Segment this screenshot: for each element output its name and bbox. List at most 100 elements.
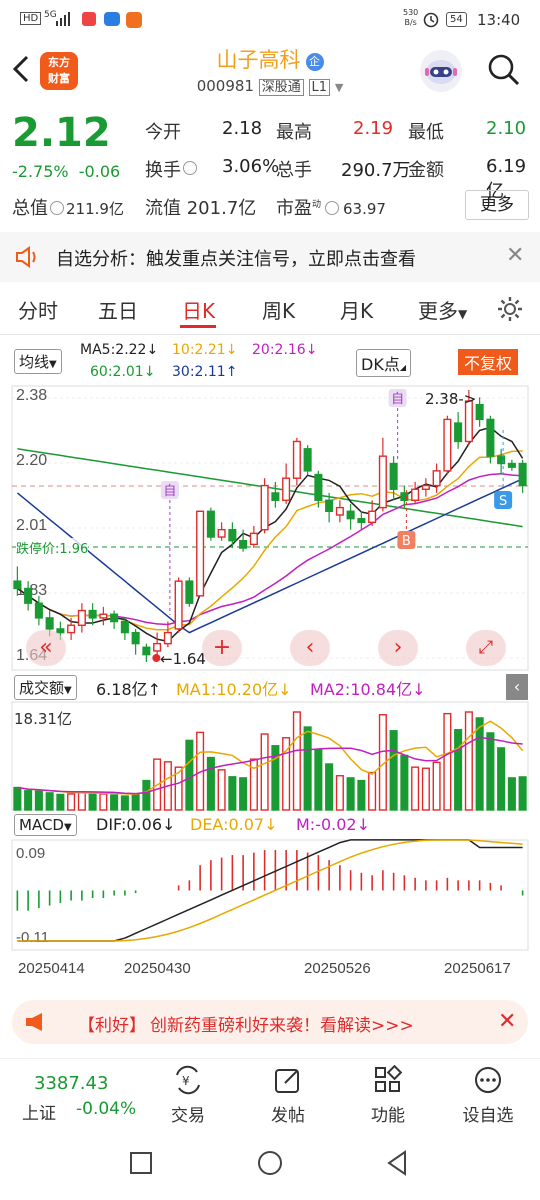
ma20-line xyxy=(16,473,523,626)
clock: 13:40 xyxy=(477,11,521,29)
candle-body xyxy=(368,510,377,524)
tab-daily-k[interactable]: 日K xyxy=(182,295,215,324)
volume-ma1: MA1:10.20亿↓ xyxy=(176,680,292,699)
volume-ma2: MA2:10.84亿↓ xyxy=(310,680,426,699)
volume-bar xyxy=(346,777,355,811)
ma-select[interactable]: 均线▼ xyxy=(14,349,62,374)
tab-intraday[interactable]: 分时 xyxy=(18,295,58,324)
app2-notify-icon xyxy=(126,12,142,28)
scroll-left-icon[interactable]: ‹ xyxy=(290,630,330,666)
stock-code: 000981 xyxy=(196,77,254,95)
nav-trade[interactable]: ¥ 交易 xyxy=(148,1065,228,1126)
candle-body xyxy=(34,602,43,619)
info-icon xyxy=(50,201,64,215)
home-icon[interactable] xyxy=(258,1151,282,1175)
volume-bar xyxy=(421,767,430,811)
volume-bar xyxy=(464,711,473,811)
candle-body xyxy=(142,646,151,656)
high-marker: 2.38-> xyxy=(425,390,477,408)
info-icon xyxy=(325,201,340,215)
candle-body xyxy=(282,477,291,501)
quote-label: 换手 xyxy=(145,160,181,181)
candle-body xyxy=(13,580,22,590)
candle-body xyxy=(475,404,484,421)
candle-body xyxy=(443,418,452,472)
chart-area: 2.382.202.011.831.64自自BS0.09-0.112025041… xyxy=(0,340,540,980)
volume-bar xyxy=(357,779,366,811)
settings-gear-icon[interactable] xyxy=(496,295,524,323)
status-bar: HD 5G 530 B/s 54 13:40 xyxy=(0,0,540,40)
kline-chart-svg[interactable]: 2.382.202.011.831.64自自BS0.09-0.112025041… xyxy=(0,340,540,980)
nav-post[interactable]: 发帖 xyxy=(248,1065,328,1126)
scroll-right-icon[interactable]: › xyxy=(378,630,418,666)
candle-body xyxy=(77,609,86,626)
candle-body xyxy=(120,620,129,634)
trade-icon: ¥ xyxy=(176,1065,200,1095)
ma10-line xyxy=(16,450,523,631)
volume-bar xyxy=(443,712,452,811)
candle-body xyxy=(389,462,398,490)
active-tab-indicator xyxy=(180,325,216,328)
volume-bar xyxy=(185,739,194,811)
total-mv: 总值 211.9亿 xyxy=(12,198,124,219)
index-value[interactable]: 3387.43 xyxy=(34,1073,108,1094)
quote-label: 金额 xyxy=(408,160,444,181)
nav-functions[interactable]: 功能 xyxy=(348,1065,428,1126)
candle-body xyxy=(335,506,344,516)
self-select-tag: 自 xyxy=(391,392,404,407)
volume-max-label: 18.31亿 xyxy=(14,710,72,728)
macd-select[interactable]: MACD▼ xyxy=(14,814,77,836)
back-nav-icon[interactable] xyxy=(386,1150,408,1176)
battery-icon: 54 xyxy=(446,12,467,27)
volume-bar xyxy=(131,793,140,811)
adjust-button[interactable]: 不复权 xyxy=(458,349,519,375)
volume-bar xyxy=(239,777,248,811)
close-icon[interactable]: ✕ xyxy=(498,1009,516,1034)
macd-m: M:-0.02↓ xyxy=(296,815,370,834)
promo-banner[interactable]: 【利好】 创新药重磅利好来袭！看解读>>> ✕ xyxy=(12,1000,528,1044)
search-icon[interactable] xyxy=(486,52,522,88)
alert-text: 自选分析：触发重点关注信号，立即点击查看 xyxy=(56,249,416,270)
macd-frame xyxy=(11,839,529,951)
quote-value: 2.18 xyxy=(222,118,263,139)
fullscreen-icon[interactable]: ⤢ xyxy=(466,630,506,666)
volume-bar xyxy=(260,733,269,811)
system-nav xyxy=(0,1128,540,1200)
tab-five-day[interactable]: 五日 xyxy=(98,295,138,324)
macd-y-tick: -0.11 xyxy=(16,929,49,946)
volume-select[interactable]: 成交额▼ xyxy=(14,675,77,700)
tab-weekly-k[interactable]: 周K xyxy=(262,295,295,324)
dk-point-button[interactable]: DK点◢ xyxy=(356,349,411,377)
candle-body xyxy=(314,473,323,501)
volume-bar xyxy=(411,766,420,811)
tab-monthly-k[interactable]: 月K xyxy=(340,295,373,324)
candle-body xyxy=(346,510,355,520)
volume-bar xyxy=(24,790,33,811)
enterprise-badge: 企 xyxy=(305,53,324,71)
candle-body xyxy=(303,448,312,472)
tab-more[interactable]: 更多▼ xyxy=(418,295,467,324)
level-tag: L1 xyxy=(308,79,331,96)
robot-avatar-icon[interactable] xyxy=(420,50,462,92)
nav-add-watchlist[interactable]: 设自选 xyxy=(448,1065,528,1126)
analysis-alert[interactable]: 自选分析：触发重点关注信号，立即点击查看 ✕ xyxy=(0,232,540,282)
quote-label: 总手 xyxy=(276,160,312,181)
jump-start-icon[interactable]: « xyxy=(26,630,66,666)
volume-value: 6.18亿↑ xyxy=(96,680,162,699)
quote-value: 2.10 xyxy=(486,118,527,139)
candle-body xyxy=(110,613,119,623)
close-icon[interactable]: ✕ xyxy=(506,245,524,267)
volume-bar xyxy=(454,729,463,811)
more-button[interactable]: 更多 xyxy=(465,190,529,220)
volume-bar xyxy=(335,775,344,811)
candle-body xyxy=(196,510,205,597)
collapse-side-icon[interactable]: ‹ xyxy=(506,674,528,700)
candle-body xyxy=(271,492,280,501)
candle-body xyxy=(292,440,301,479)
zoom-in-icon[interactable]: + xyxy=(202,630,242,666)
volume-bar xyxy=(13,786,22,811)
y-tick-label: 2.01 xyxy=(16,517,47,534)
recent-apps-icon[interactable] xyxy=(130,1152,152,1174)
candle-body xyxy=(206,510,215,538)
chevron-down-icon[interactable]: ▼ xyxy=(335,81,343,94)
